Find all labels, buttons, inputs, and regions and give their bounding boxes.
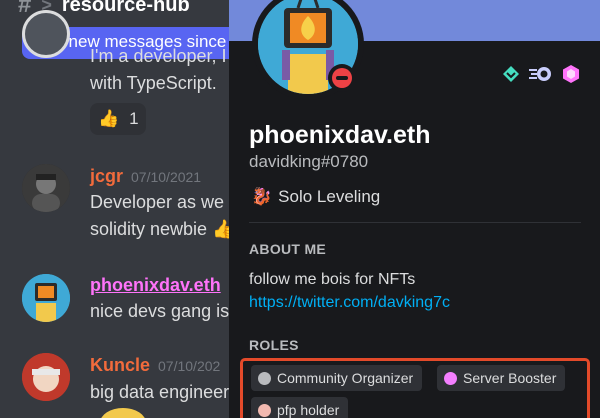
role-pill[interactable]: Server Booster: [437, 365, 566, 391]
emoji-avatar-partial: [100, 408, 146, 418]
reaction-thumbs-up[interactable]: 👍 1: [90, 103, 146, 135]
role-name: Community Organizer: [277, 370, 414, 386]
about-me-header: ABOUT ME: [249, 241, 327, 257]
role-color-dot: [444, 371, 457, 385]
message-timestamp: 07/10/202: [158, 358, 221, 374]
profile-username-tag[interactable]: davidking#0780: [249, 152, 368, 172]
message-author[interactable]: Kuncle 07/10/202: [90, 355, 220, 376]
role-color-dot: [258, 403, 271, 417]
role-name: pfp holder: [277, 402, 340, 418]
message-line: nice devs gang is: [90, 301, 230, 321]
role-pill[interactable]: pfp holder: [251, 397, 349, 418]
boost-gem-icon[interactable]: [561, 64, 581, 84]
role-color-dot: [258, 371, 271, 385]
message-line: solidity newbie 👍: [90, 219, 235, 239]
dnd-status-icon: [328, 64, 356, 92]
user-profile-popout: phoenixdav.eth davidking#0780 🐉 Solo Lev…: [229, 0, 600, 418]
message-timestamp: 07/10/2021: [131, 169, 202, 185]
profile-badges: [501, 64, 581, 84]
author-name[interactable]: phoenixdav.eth: [90, 275, 221, 295]
avatar[interactable]: [22, 10, 70, 58]
author-name[interactable]: Kuncle: [90, 355, 150, 375]
about-me-link[interactable]: https://twitter.com/davking7c: [249, 294, 450, 312]
message-author[interactable]: phoenixdav.eth: [90, 275, 221, 296]
message-author[interactable]: jcgr 07/10/2021: [90, 166, 201, 187]
message-line: big data engineer: [90, 382, 230, 402]
message-line: Developer as we: [90, 192, 225, 212]
avatar[interactable]: [22, 164, 70, 212]
profile-display-name: phoenixdav.eth: [249, 121, 431, 149]
roles-header: ROLES: [249, 337, 299, 353]
role-pill[interactable]: Community Organizer: [251, 365, 423, 391]
dragon-icon: 🐉: [251, 187, 273, 206]
reaction-count: 1: [129, 109, 139, 128]
avatar[interactable]: [22, 274, 70, 322]
channel-name[interactable]: resource-hub: [62, 0, 190, 17]
thumbs-up-icon: 👍: [98, 109, 120, 128]
message-line: with TypeScript.: [90, 73, 217, 93]
divider: [249, 222, 581, 223]
message-line: I'm a developer, I: [90, 46, 227, 66]
author-name[interactable]: jcgr: [90, 166, 123, 186]
role-name: Server Booster: [463, 370, 557, 386]
hypesquad-balance-icon[interactable]: [501, 64, 521, 84]
custom-status-text: Solo Leveling: [278, 187, 381, 206]
avatar[interactable]: [22, 353, 70, 401]
nitro-icon[interactable]: [528, 64, 554, 84]
custom-status: 🐉 Solo Leveling: [251, 187, 380, 207]
about-me-text: follow me bois for NFTs: [249, 271, 416, 288]
